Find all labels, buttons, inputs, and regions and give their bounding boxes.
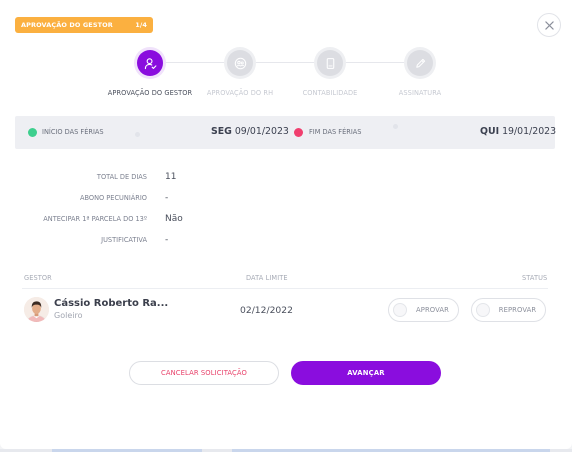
start-label: INÍCIO DAS FÉRIAS — [42, 128, 104, 136]
person-avatar-icon — [24, 297, 49, 322]
detail-label: ANTECIPAR 1ª PARCELA DO 13º — [43, 215, 147, 223]
end-date: QUI 19/01/2023 — [480, 126, 556, 138]
step-label: CONTABILIDADE — [302, 89, 358, 97]
step-indicator — [407, 50, 433, 76]
column-header-deadline: DATA LIMITE — [246, 274, 288, 282]
deadline-value: 02/12/2022 — [240, 305, 293, 316]
vacation-dates-bar: INÍCIO DAS FÉRIAS SEG 09/01/2023 FIM DAS… — [15, 116, 556, 149]
close-button[interactable] — [537, 13, 561, 37]
end-weekday: QUI — [480, 126, 500, 137]
current-step-badge: APROVAÇÃO DO GESTOR 1/4 — [15, 17, 153, 33]
vacation-request-modal: APROVAÇÃO DO GESTOR 1/4 APROVAÇÃO DO GES… — [0, 0, 572, 449]
decorative-dot — [135, 132, 140, 137]
decorative-dot — [393, 124, 398, 129]
pen-icon — [415, 58, 425, 68]
close-icon — [544, 20, 554, 30]
detail-label: JUSTIFICATIVA — [101, 236, 147, 244]
step-indicator — [137, 50, 163, 76]
detail-advance-13th: ANTECIPAR 1ª PARCELA DO 13º Não — [0, 212, 572, 226]
detail-pecuniary-bonus: ABONO PECUNIÁRIO - — [0, 191, 572, 205]
step-badge-title: APROVAÇÃO DO GESTOR — [21, 21, 113, 29]
detail-value: - — [165, 193, 169, 203]
detail-label: TOTAL DE DIAS — [96, 173, 147, 181]
step-label: APROVAÇÃO DO GESTOR — [107, 89, 193, 97]
step-hr-approval: APROVAÇÃO DO RH — [195, 50, 285, 97]
cancel-request-button[interactable]: CANCELAR SOLICITAÇÃO — [129, 361, 279, 385]
step-manager-approval: APROVAÇÃO DO GESTOR — [105, 50, 195, 97]
detail-value: Não — [165, 214, 183, 224]
step-signature: ASSINATURA — [375, 50, 465, 97]
start-date-value: 09/01/2023 — [234, 126, 289, 137]
detail-label: ABONO PECUNIÁRIO — [79, 194, 147, 202]
step-label: APROVAÇÃO DO RH — [206, 89, 274, 97]
manager-name: Cássio Roberto Ra... — [54, 298, 169, 309]
start-weekday: SEG — [211, 126, 232, 137]
user-check-icon — [144, 57, 156, 69]
start-dot — [28, 128, 37, 137]
step-indicator — [227, 50, 253, 76]
detail-value: - — [165, 235, 169, 245]
detail-total-days: TOTAL DE DIAS 11 — [0, 170, 572, 184]
approve-label: APROVAR — [416, 306, 449, 314]
end-date-value: 19/01/2023 — [502, 126, 557, 137]
step-accounting: CONTABILIDADE — [285, 50, 375, 97]
manager-role: Goleiro — [54, 311, 83, 320]
document-icon — [326, 57, 334, 69]
end-dot — [294, 128, 303, 137]
avatar — [24, 297, 49, 322]
approve-option[interactable]: APROVAR — [388, 298, 459, 322]
table-divider — [22, 288, 548, 289]
step-badge-counter: 1/4 — [135, 21, 147, 29]
reject-label: REPROVAR — [498, 306, 537, 314]
step-label: ASSINATURA — [398, 89, 442, 97]
detail-value: 11 — [165, 172, 177, 182]
detail-justification: JUSTIFICATIVA - — [0, 233, 572, 247]
step-indicator — [317, 50, 343, 76]
column-header-status: STATUS — [522, 274, 548, 282]
start-date: SEG 09/01/2023 — [211, 126, 289, 138]
reject-option[interactable]: REPROVAR — [471, 298, 546, 322]
end-label: FIM DAS FÉRIAS — [309, 128, 362, 136]
column-header-manager: GESTOR — [24, 274, 52, 282]
people-icon — [234, 57, 246, 69]
next-button[interactable]: AVANÇAR — [291, 361, 441, 385]
